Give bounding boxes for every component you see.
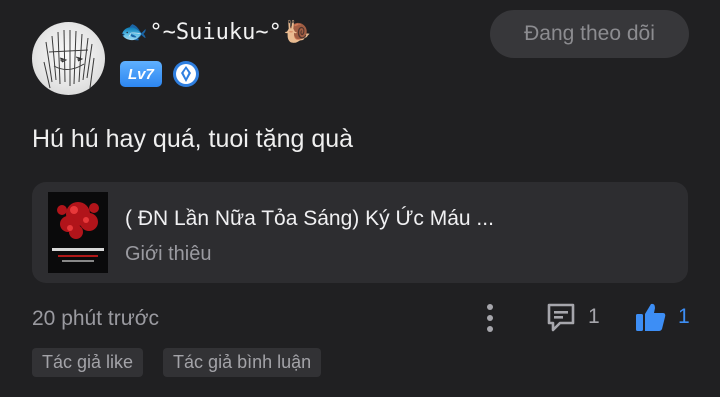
book-cover (48, 192, 108, 273)
like-button[interactable]: 1 (634, 300, 690, 334)
fish-emoji-icon: 🐟 (120, 19, 148, 45)
comment-bubble-icon (547, 303, 575, 332)
more-options-icon[interactable] (480, 301, 500, 335)
reply-button[interactable]: 1 (544, 300, 600, 334)
reply-count: 1 (588, 305, 600, 328)
username-text: °~Suiuku~° (149, 20, 282, 45)
following-button[interactable]: Đang theo dõi (490, 10, 689, 58)
book-card[interactable]: ( ĐN Lần Nữa Tỏa Sáng) Ký Ức Máu ... Giớ… (32, 182, 688, 283)
book-title: ( ĐN Lần Nữa Tỏa Sáng) Ký Ức Máu ... (125, 207, 494, 230)
comment-text: Hú hú hay quá, tuoi tặng quà (32, 125, 354, 153)
username[interactable]: 🐟 °~Suiuku~° 🐌 (120, 20, 311, 45)
thumbs-up-icon (636, 303, 666, 331)
level-badge: Lv7 (120, 61, 162, 87)
avatar[interactable] (32, 22, 105, 95)
tag-author-commented: Tác giả bình luận (163, 348, 322, 377)
verified-badge-icon (172, 61, 199, 87)
book-subtitle: Giới thiêu (125, 243, 212, 265)
author-tags: Tác giả like Tác giả bình luận (32, 348, 322, 377)
tag-author-liked: Tác giả like (32, 348, 144, 377)
user-badges: Lv7 (120, 60, 200, 88)
snail-emoji-icon: 🐌 (283, 19, 312, 45)
like-count: 1 (678, 305, 690, 328)
comment-timestamp: 20 phút trước (32, 307, 160, 330)
